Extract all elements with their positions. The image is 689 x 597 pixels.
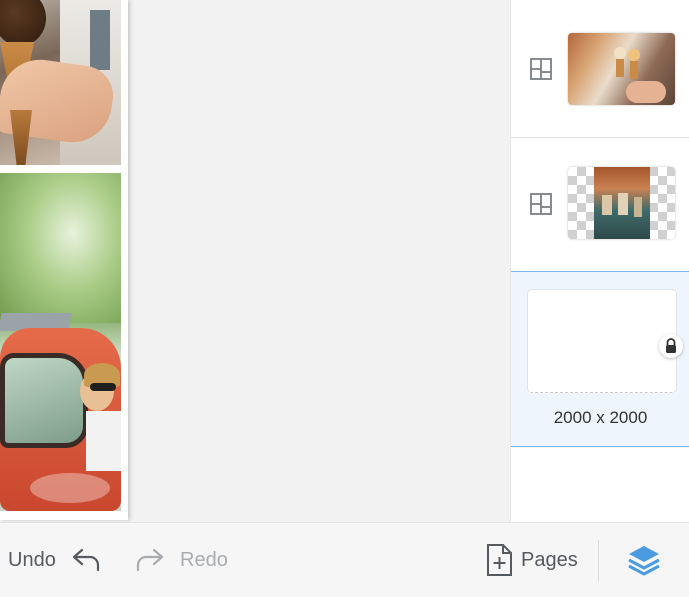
undo-icon: [70, 546, 104, 574]
layer-row-photo[interactable]: [511, 0, 689, 138]
pages-label: Pages: [521, 548, 578, 571]
design-canvas[interactable]: [0, 0, 510, 522]
bottom-toolbar: Undo Redo Pages: [0, 522, 689, 597]
redo-icon: [132, 546, 166, 574]
layer-row-cutout[interactable]: [511, 137, 689, 272]
background-thumbnail[interactable]: [527, 289, 677, 393]
pages-button[interactable]: Pages: [485, 523, 578, 597]
undo-button[interactable]: Undo: [8, 523, 104, 597]
orange-vintage-car-photo[interactable]: [0, 173, 121, 511]
toolbar-divider: [598, 540, 599, 582]
layer-row-background[interactable]: 2000 x 2000: [511, 271, 689, 447]
add-page-icon: [485, 543, 513, 577]
layout-grid-icon: [530, 193, 552, 215]
layers-icon[interactable]: [626, 542, 662, 578]
redo-button[interactable]: Redo: [132, 523, 228, 597]
canvas-dimensions: 2000 x 2000: [553, 408, 648, 427]
design-page[interactable]: [0, 0, 128, 520]
street-cafe-transparent-thumbnail[interactable]: [568, 167, 675, 239]
lock-icon[interactable]: [659, 334, 683, 358]
ice-cream-street-thumbnail[interactable]: [568, 33, 675, 105]
ice-cream-cone-photo[interactable]: [0, 0, 121, 165]
layers-panel: 2000 x 2000: [510, 0, 689, 522]
layout-grid-icon: [530, 58, 552, 80]
redo-label: Redo: [180, 548, 228, 571]
undo-label: Undo: [8, 548, 56, 571]
